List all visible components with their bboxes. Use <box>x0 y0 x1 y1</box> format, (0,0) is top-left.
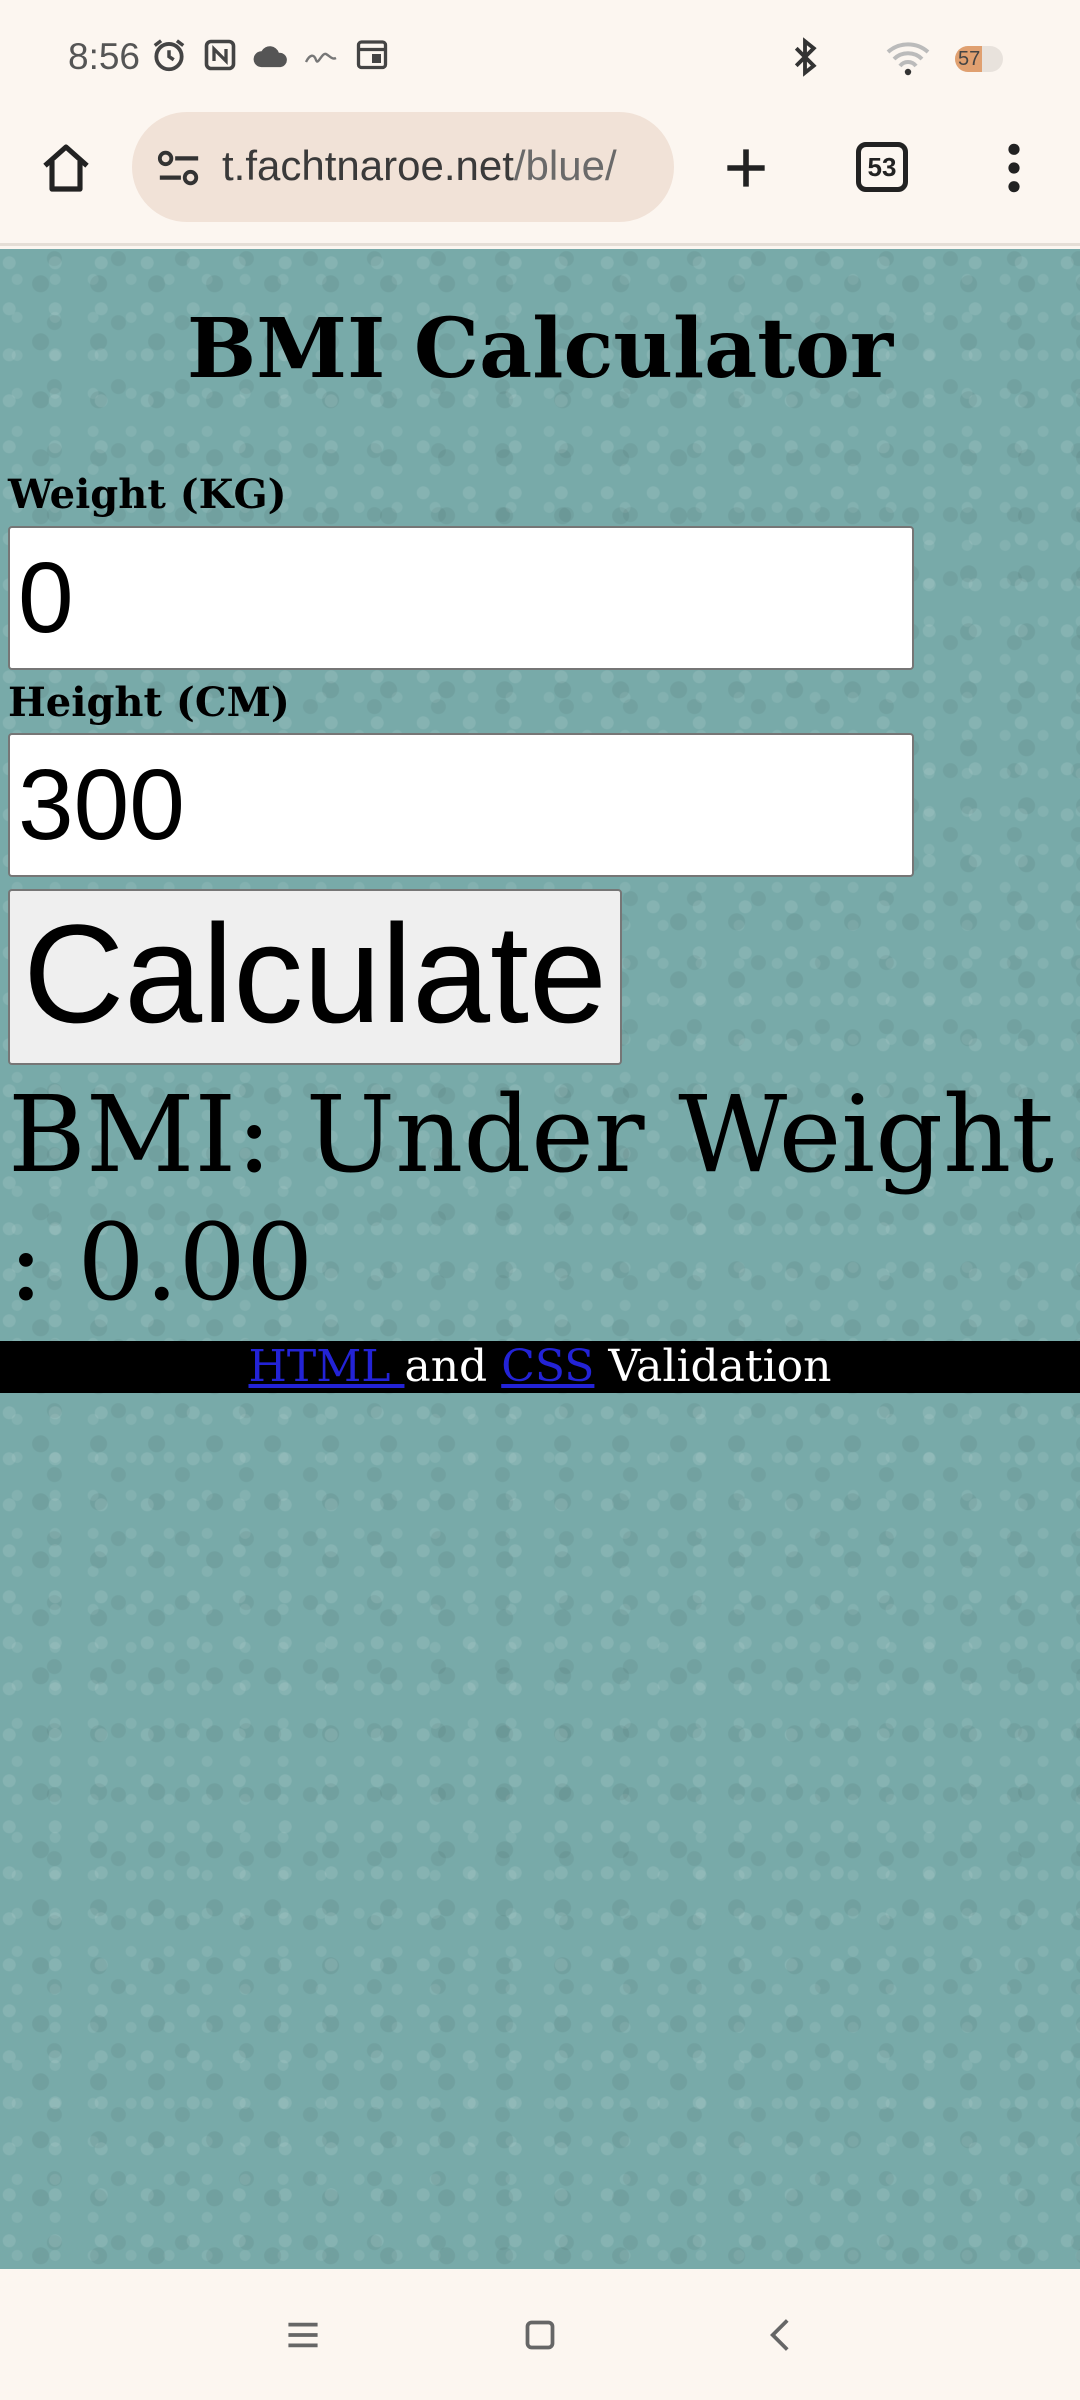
app-notification-icon <box>304 52 337 63</box>
address-bar[interactable]: t.fachtnaroe.net/blue/ <box>132 112 674 222</box>
status-bar: 8:56 57 <box>0 0 1080 112</box>
html-validation-link[interactable]: HTML <box>248 1341 404 1392</box>
weight-input[interactable]: 0 <box>8 526 914 670</box>
bluetooth-icon <box>794 37 817 77</box>
footer-and-text: and <box>404 1341 488 1392</box>
wifi-icon <box>886 42 930 76</box>
weight-label: Weight (KG) <box>8 471 287 518</box>
footer-validation-text: Validation <box>608 1341 832 1392</box>
back-icon[interactable] <box>756 2310 806 2360</box>
cloud-icon <box>253 46 287 68</box>
url-text[interactable]: t.fachtnaroe.net/blue/ <box>222 142 662 190</box>
calculate-button[interactable]: Calculate <box>8 889 622 1065</box>
height-label: Height (CM) <box>8 679 290 726</box>
web-page: BMI Calculator Weight (KG) 0 Height (CM)… <box>0 249 1080 2269</box>
site-settings-icon[interactable] <box>156 148 202 188</box>
browser-toolbar: t.fachtnaroe.net/blue/ 53 <box>0 112 1080 246</box>
validation-footer: HTML and CSS Validation <box>0 1341 1080 1393</box>
tab-switcher-button[interactable]: 53 <box>856 142 908 192</box>
navigation-bar <box>0 2270 1080 2400</box>
page-title: BMI Calculator <box>186 301 894 397</box>
plus-icon[interactable] <box>718 140 774 196</box>
home-icon[interactable] <box>38 140 94 196</box>
bmi-result: BMI: Under Weight : 0.00 <box>8 1073 1054 1324</box>
nfc-icon <box>204 39 236 71</box>
more-vert-icon[interactable] <box>1000 140 1028 196</box>
url-host: t.fachtnaroe.net <box>222 142 514 189</box>
alarm-icon <box>153 39 185 72</box>
css-validation-link[interactable]: CSS <box>501 1341 594 1392</box>
home-nav-icon[interactable] <box>515 2310 565 2360</box>
status-time: 8:56 <box>68 36 141 77</box>
url-path: /blue/ <box>513 142 617 189</box>
height-input[interactable]: 300 <box>8 733 914 877</box>
battery-level: 57 <box>958 48 981 70</box>
battery-indicator: 57 <box>955 46 1003 72</box>
calendar-icon <box>356 40 388 70</box>
recents-icon[interactable] <box>278 2310 328 2360</box>
